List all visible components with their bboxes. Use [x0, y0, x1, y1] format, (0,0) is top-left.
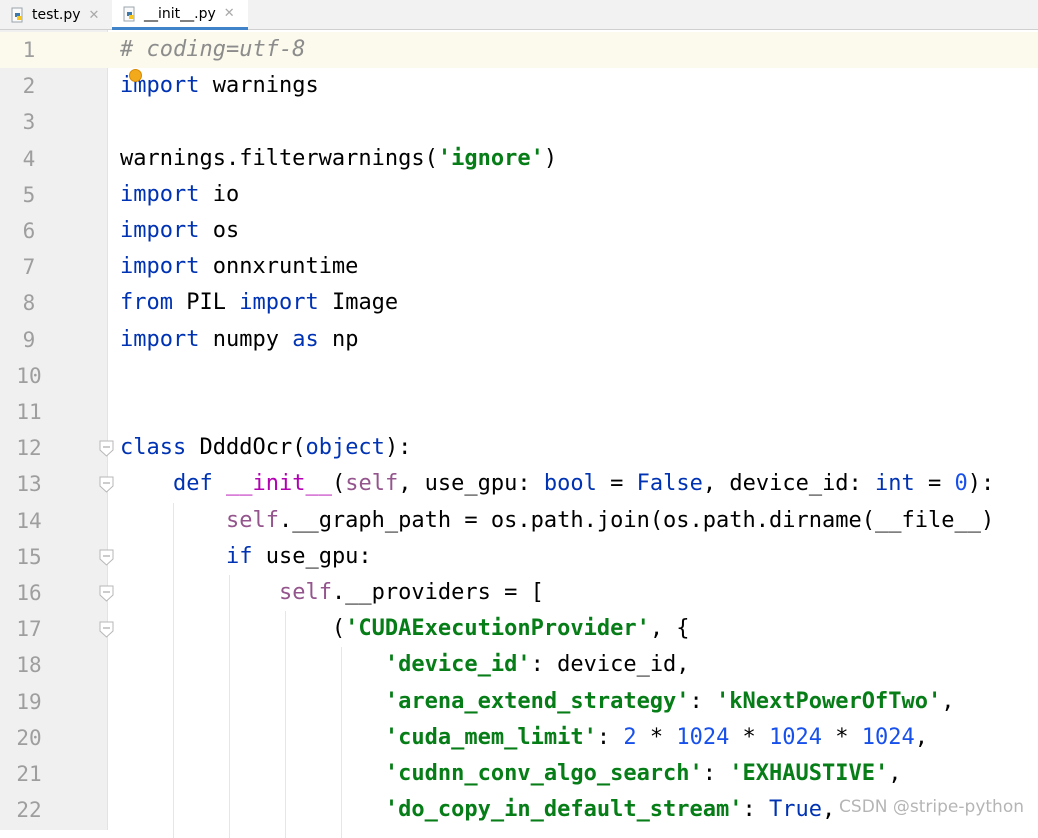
code-line[interactable]: 20 'cuda_mem_limit': 2 * 1024 * 1024 * 1…: [0, 720, 1038, 756]
code-line[interactable]: 7 import onnxruntime: [0, 249, 1038, 285]
line-number: 14: [16, 508, 42, 533]
line-number: 19: [16, 689, 42, 714]
line-number: 17: [16, 617, 42, 642]
tab-init-py[interactable]: __init__.py ✕: [112, 0, 248, 30]
line-number: 16: [16, 581, 42, 605]
fold-marker-icon[interactable]: [99, 585, 114, 602]
code-text[interactable]: import numpy as np: [120, 327, 358, 353]
indent-guide: [285, 611, 286, 838]
code-line[interactable]: 8 from PIL import Image: [0, 285, 1038, 321]
indent-guide: [341, 647, 342, 838]
code-text[interactable]: self.__providers = [: [120, 580, 544, 606]
code-text[interactable]: # coding=utf-8: [120, 37, 305, 63]
code-line[interactable]: 6 import os: [0, 213, 1038, 249]
code-line[interactable]: 9 import numpy as np: [0, 322, 1038, 358]
code-text[interactable]: 'cuda_mem_limit': 2 * 1024 * 1024 * 1024…: [120, 725, 928, 751]
code-line[interactable]: 1 # coding=utf-8: [0, 32, 1038, 68]
code-text[interactable]: 'device_id': device_id,: [120, 652, 690, 678]
code-line[interactable]: 12 class DdddOcr(object):: [0, 430, 1038, 466]
line-number: 10: [16, 363, 42, 388]
code-line[interactable]: 21 'cudnn_conv_algo_search': 'EXHAUSTIVE…: [0, 756, 1038, 792]
code-text[interactable]: from PIL import Image: [120, 290, 398, 316]
line-number: 5: [22, 182, 36, 207]
fold-marker-icon[interactable]: [99, 621, 114, 638]
line-number: 4: [22, 146, 36, 171]
intention-bulb-icon[interactable]: [129, 69, 142, 82]
code-line[interactable]: 10: [0, 358, 1038, 394]
code-line[interactable]: 19 'arena_extend_strategy': 'kNextPowerO…: [0, 684, 1038, 720]
code-line[interactable]: 14 self.__graph_path = os.path.join(os.p…: [0, 503, 1038, 539]
fold-marker-icon[interactable]: [99, 440, 114, 457]
tab-label: test.py: [32, 7, 81, 23]
code-line[interactable]: 15 if use_gpu:: [0, 539, 1038, 575]
line-number: 22: [16, 798, 42, 823]
code-text[interactable]: 'cudnn_conv_algo_search': 'EXHAUSTIVE',: [120, 761, 902, 787]
code-text[interactable]: self.__graph_path = os.path.join(os.path…: [120, 508, 994, 534]
editor-tab-bar: test.py ✕ __init__.py ✕: [0, 0, 1038, 30]
code-text[interactable]: warnings.filterwarnings('ignore'): [120, 146, 557, 172]
code-line[interactable]: 16 self.__providers = [: [0, 575, 1038, 611]
line-number: 20: [16, 725, 42, 750]
line-number: 6: [22, 219, 36, 243]
code-text[interactable]: ('CUDAExecutionProvider', {: [120, 616, 690, 642]
code-line[interactable]: 11: [0, 394, 1038, 430]
close-tab-icon[interactable]: ✕: [89, 8, 100, 23]
line-number: 11: [16, 400, 42, 424]
line-number: 7: [22, 255, 36, 280]
code-text[interactable]: class DdddOcr(object):: [120, 435, 411, 461]
line-number: 18: [16, 653, 42, 678]
code-line[interactable]: 13 def __init__(self, use_gpu: bool = Fa…: [0, 466, 1038, 502]
code-line[interactable]: 4 warnings.filterwarnings('ignore'): [0, 141, 1038, 177]
tab-label: __init__.py: [144, 5, 216, 22]
watermark: CSDN @stripe-python: [839, 797, 1024, 817]
code-line[interactable]: 2 import warnings: [0, 68, 1038, 104]
code-text[interactable]: 'do_copy_in_default_stream': True,: [120, 797, 835, 823]
tab-test-py[interactable]: test.py ✕: [0, 0, 110, 30]
code-text[interactable]: if use_gpu:: [120, 544, 372, 570]
code-text[interactable]: import warnings: [120, 73, 319, 99]
line-number: 9: [22, 327, 36, 352]
fold-marker-icon[interactable]: [99, 476, 114, 494]
line-number: 2: [22, 74, 36, 99]
python-file-icon: [11, 7, 23, 23]
line-number: 3: [22, 110, 36, 135]
line-number: 12: [16, 436, 42, 461]
line-number: 15: [16, 544, 42, 569]
code-text[interactable]: import onnxruntime: [120, 254, 358, 280]
code-line[interactable]: 17 ('CUDAExecutionProvider', {: [0, 611, 1038, 647]
line-number: 8: [22, 291, 36, 316]
line-number: 13: [16, 472, 42, 497]
code-text[interactable]: import os: [120, 218, 239, 244]
indent-guide: [173, 502, 174, 838]
close-tab-icon[interactable]: ✕: [224, 6, 235, 21]
code-line[interactable]: 3: [0, 104, 1038, 140]
code-text[interactable]: 'arena_extend_strategy': 'kNextPowerOfTw…: [120, 689, 955, 715]
indent-guide: [229, 575, 230, 838]
code-text[interactable]: def __init__(self, use_gpu: bool = False…: [120, 471, 994, 497]
code-editor[interactable]: 1 # coding=utf-8 2 import warnings 3 4 warning…: [0, 30, 1038, 838]
line-number: 21: [16, 762, 42, 786]
line-number: 1: [22, 38, 36, 62]
python-file-icon: [123, 6, 135, 21]
fold-marker-icon[interactable]: [99, 549, 114, 566]
code-line[interactable]: 18 'device_id': device_id,: [0, 647, 1038, 683]
code-text[interactable]: import io: [120, 182, 239, 208]
code-line[interactable]: 5 import io: [0, 177, 1038, 213]
